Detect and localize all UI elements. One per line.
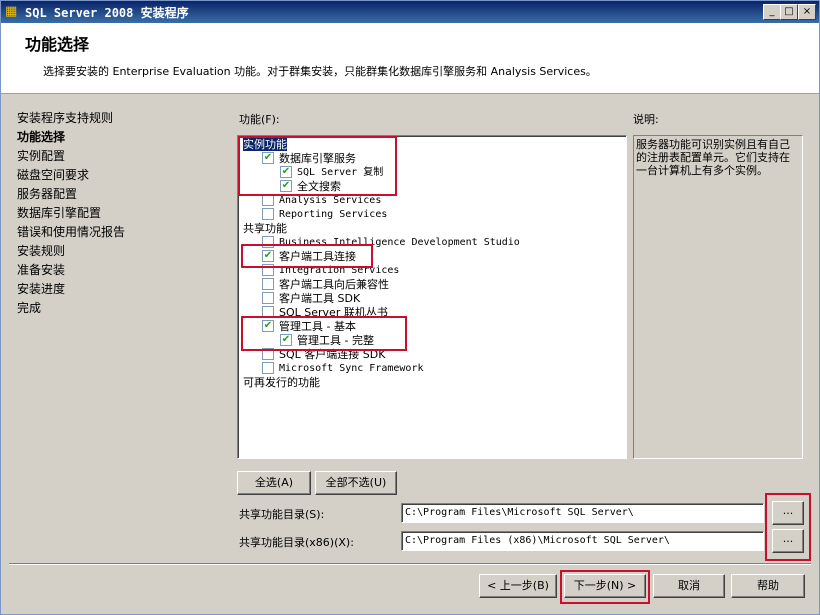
nav-item-install-rules[interactable]: 安装规则 — [17, 242, 227, 261]
page-description: 选择要安装的 Enterprise Evaluation 功能。对于群集安装，只… — [43, 65, 597, 78]
feature-full-text-search[interactable]: ✔ 全文搜索 — [280, 180, 341, 194]
wizard-steps-nav: 安装程序支持规则 功能选择 实例配置 磁盘空间要求 服务器配置 数据库引擎配置 … — [17, 109, 227, 318]
checkbox-db-engine[interactable]: ✔ — [262, 152, 274, 164]
feature-client-connectivity-sdk[interactable]: SQL 客户端连接 SDK — [262, 348, 385, 362]
checkbox-client-connectivity-sdk[interactable] — [262, 348, 274, 360]
checkbox-analysis-services[interactable] — [262, 194, 274, 206]
sql-server-app-icon: ▦ — [5, 4, 18, 19]
page-header: 功能选择 选择要安装的 Enterprise Evaluation 功能。对于群… — [1, 23, 819, 94]
help-button[interactable]: 帮助 — [731, 574, 805, 598]
nav-item-db-engine-config[interactable]: 数据库引擎配置 — [17, 204, 227, 223]
title-bar[interactable]: ▦ SQL Server 2008 安装程序 _ □ × — [1, 1, 819, 23]
checkbox-books-online[interactable] — [262, 306, 274, 318]
nav-item-support-rules[interactable]: 安装程序支持规则 — [17, 109, 227, 128]
feature-books-online[interactable]: SQL Server 联机丛书 — [262, 306, 388, 320]
page-title: 功能选择 — [25, 35, 90, 54]
back-button[interactable]: < 上一步(B) — [479, 574, 557, 598]
feature-client-tools-sdk[interactable]: 客户端工具 SDK — [262, 292, 360, 306]
feature-management-tools-complete[interactable]: ✔ 管理工具 - 完整 — [280, 334, 374, 348]
features-label: 功能(F): — [239, 113, 280, 126]
nav-item-feature-selection[interactable]: 功能选择 — [17, 128, 227, 147]
feature-analysis-services[interactable]: Analysis Services — [262, 194, 381, 208]
maximize-button[interactable]: □ — [780, 4, 798, 20]
checkbox-bids[interactable] — [262, 236, 274, 248]
nav-item-instance-config[interactable]: 实例配置 — [17, 147, 227, 166]
minimize-button[interactable]: _ — [763, 4, 781, 20]
feature-management-tools-basic[interactable]: ✔ 管理工具 - 基本 — [262, 320, 356, 334]
nav-item-server-config[interactable]: 服务器配置 — [17, 185, 227, 204]
nav-item-ready-to-install[interactable]: 准备安装 — [17, 261, 227, 280]
feature-integration-services[interactable]: Integration Services — [262, 264, 399, 278]
nav-item-error-reporting[interactable]: 错误和使用情况报告 — [17, 223, 227, 242]
shared-dir-input[interactable]: C:\Program Files\Microsoft SQL Server\ — [401, 503, 764, 523]
feature-sync-framework[interactable]: Microsoft Sync Framework — [262, 362, 424, 376]
footer-separator — [9, 563, 811, 565]
close-button[interactable]: × — [798, 4, 816, 20]
feature-bids[interactable]: Business Intelligence Development Studio — [262, 236, 520, 250]
checkbox-integration-services[interactable] — [262, 264, 274, 276]
select-all-button[interactable]: 全选(A) — [237, 471, 311, 495]
shared-dir-x86-input[interactable]: C:\Program Files (x86)\Microsoft SQL Ser… — [401, 531, 764, 551]
checkbox-client-backward-compat[interactable] — [262, 278, 274, 290]
tree-group-shared-features[interactable]: 共享功能 — [243, 222, 287, 236]
feature-reporting-services[interactable]: Reporting Services — [262, 208, 387, 222]
cancel-button[interactable]: 取消 — [653, 574, 725, 598]
feature-db-engine[interactable]: ✔ 数据库引擎服务 — [262, 152, 356, 166]
features-tree[interactable]: 实例功能 ✔ 数据库引擎服务 ✔ SQL Server 复制 ✔ 全文搜索 Analy… — [237, 135, 627, 459]
nav-item-install-progress[interactable]: 安装进度 — [17, 280, 227, 299]
description-label: 说明: — [633, 113, 659, 126]
shared-dir-x86-browse-button[interactable]: ... — [772, 529, 804, 553]
checkbox-sync-framework[interactable] — [262, 362, 274, 374]
shared-dir-browse-button[interactable]: ... — [772, 501, 804, 525]
checkbox-management-tools-basic[interactable]: ✔ — [262, 320, 274, 332]
window-title: SQL Server 2008 安装程序 — [25, 6, 189, 20]
unselect-all-button[interactable]: 全部不选(U) — [315, 471, 397, 495]
description-box: 服务器功能可识别实例且有自己的注册表配置单元。它们支持在一台计算机上有多个实例。 — [633, 135, 803, 459]
nav-item-disk-space[interactable]: 磁盘空间要求 — [17, 166, 227, 185]
feature-client-backward-compat[interactable]: 客户端工具向后兼容性 — [262, 278, 389, 292]
checkbox-management-tools-complete[interactable]: ✔ — [280, 334, 292, 346]
feature-sql-replication[interactable]: ✔ SQL Server 复制 — [280, 166, 383, 180]
tree-group-redistributable-features[interactable]: 可再发行的功能 — [243, 376, 320, 390]
checkbox-client-tools-sdk[interactable] — [262, 292, 274, 304]
checkbox-reporting-services[interactable] — [262, 208, 274, 220]
shared-dir-x86-label: 共享功能目录(x86)(X): — [239, 536, 354, 549]
shared-dir-label: 共享功能目录(S): — [239, 508, 325, 521]
nav-item-complete[interactable]: 完成 — [17, 299, 227, 318]
checkbox-client-tools-connectivity[interactable]: ✔ — [262, 250, 274, 262]
checkbox-sql-replication[interactable]: ✔ — [280, 166, 292, 178]
feature-client-tools-connectivity[interactable]: ✔ 客户端工具连接 — [262, 250, 356, 264]
setup-window: ▦ SQL Server 2008 安装程序 _ □ × 功能选择 选择要安装的… — [0, 0, 820, 615]
next-button[interactable]: 下一步(N) > — [564, 574, 646, 598]
tree-group-instance-features[interactable]: 实例功能 — [243, 138, 287, 152]
description-text: 服务器功能可识别实例且有自己的注册表配置单元。它们支持在一台计算机上有多个实例。 — [636, 138, 790, 177]
checkbox-full-text-search[interactable]: ✔ — [280, 180, 292, 192]
